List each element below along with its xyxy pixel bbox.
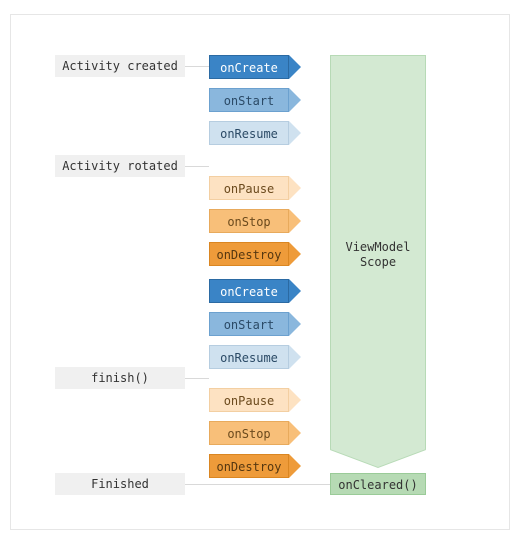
arrow-tip-icon	[289, 121, 301, 145]
callback-label: onStart	[209, 312, 289, 336]
callback-label: onCreate	[209, 279, 289, 303]
callback-label: onResume	[209, 121, 289, 145]
state-label-finished: Finished	[55, 473, 185, 495]
viewmodel-scope-label: ViewModelScope	[331, 240, 425, 271]
connector-0	[185, 66, 209, 67]
arrow-tip-icon	[289, 176, 301, 200]
callback-onstop-4: onStop	[209, 209, 301, 233]
arrow-tip-icon	[289, 55, 301, 79]
arrow-tip-icon	[289, 279, 301, 303]
oncleared-label: onCleared()	[330, 473, 426, 495]
state-label-created: Activity created	[55, 55, 185, 77]
arrow-tip-icon	[289, 421, 301, 445]
callback-label: onDestroy	[209, 242, 289, 266]
connector-1	[185, 166, 209, 167]
arrow-tip-icon	[289, 454, 301, 478]
diagram-canvas: Activity created Activity rotated finish()…	[0, 0, 522, 543]
callback-label: onStart	[209, 88, 289, 112]
state-label-finish: finish()	[55, 367, 185, 389]
arrow-tip-icon	[289, 388, 301, 412]
arrow-tip-icon	[289, 312, 301, 336]
arrow-tip-icon	[289, 209, 301, 233]
callback-onpause-3: onPause	[209, 176, 301, 200]
callback-oncreate-6: onCreate	[209, 279, 301, 303]
arrow-tip-icon	[289, 345, 301, 369]
callback-onstop-10: onStop	[209, 421, 301, 445]
callback-ondestroy-11: onDestroy	[209, 454, 301, 478]
callback-label: onPause	[209, 388, 289, 412]
callback-onresume-8: onResume	[209, 345, 301, 369]
callback-onstart-7: onStart	[209, 312, 301, 336]
viewmodel-scope-column: ViewModelScope	[330, 55, 426, 450]
callback-label: onCreate	[209, 55, 289, 79]
connector-3	[185, 484, 353, 485]
callback-label: onStop	[209, 421, 289, 445]
state-label-rotated: Activity rotated	[55, 155, 185, 177]
connector-2	[185, 378, 209, 379]
callback-onstart-1: onStart	[209, 88, 301, 112]
callback-label: onResume	[209, 345, 289, 369]
callback-label: onPause	[209, 176, 289, 200]
arrow-tip-icon	[289, 88, 301, 112]
callback-onpause-9: onPause	[209, 388, 301, 412]
callback-oncreate-0: onCreate	[209, 55, 301, 79]
viewmodel-arrow-tip-icon	[330, 449, 426, 467]
arrow-tip-icon	[289, 242, 301, 266]
callback-onresume-2: onResume	[209, 121, 301, 145]
callback-ondestroy-5: onDestroy	[209, 242, 301, 266]
callback-label: onDestroy	[209, 454, 289, 478]
callback-label: onStop	[209, 209, 289, 233]
